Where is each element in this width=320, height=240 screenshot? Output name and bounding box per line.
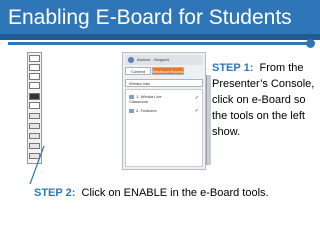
content-list: 1- Wimba Live Classroom ✓ 2- Features ✓	[125, 89, 203, 167]
list-item[interactable]: 2- Features	[129, 108, 179, 113]
presenter-console: Archive - Stopped Content Breakout Rooms…	[122, 52, 211, 170]
room-selector[interactable]: Wimba Inbx	[125, 79, 203, 87]
step1-label: STEP 1:	[212, 62, 254, 74]
tab-content[interactable]: Content	[125, 67, 151, 75]
step2-instruction: STEP 2: Click on ENABLE in the e-Board t…	[34, 186, 318, 200]
step2-text: Click on ENABLE in the e-Board tools.	[81, 187, 269, 199]
step2-label: STEP 2:	[34, 187, 76, 199]
check-icon: ✓	[194, 95, 199, 101]
console-tabs: Content Breakout Rooms	[125, 67, 203, 75]
console-header-text: Archive - Stopped	[137, 57, 169, 62]
tab-breakout-rooms[interactable]: Breakout Rooms	[152, 67, 184, 75]
archive-icon	[128, 57, 134, 63]
slide-icon	[129, 108, 134, 113]
console-scrollbar[interactable]	[206, 75, 211, 165]
list-item[interactable]: 1- Wimba Live Classroom	[129, 94, 179, 104]
check-icon: ✓	[194, 108, 199, 114]
pointer-line-stroke	[29, 145, 45, 185]
console-header: Archive - Stopped	[125, 55, 203, 65]
step1-instruction: STEP 1: From the Presenter’s Console, cl…	[212, 60, 318, 140]
list-item-label: 2- Features	[136, 108, 157, 113]
